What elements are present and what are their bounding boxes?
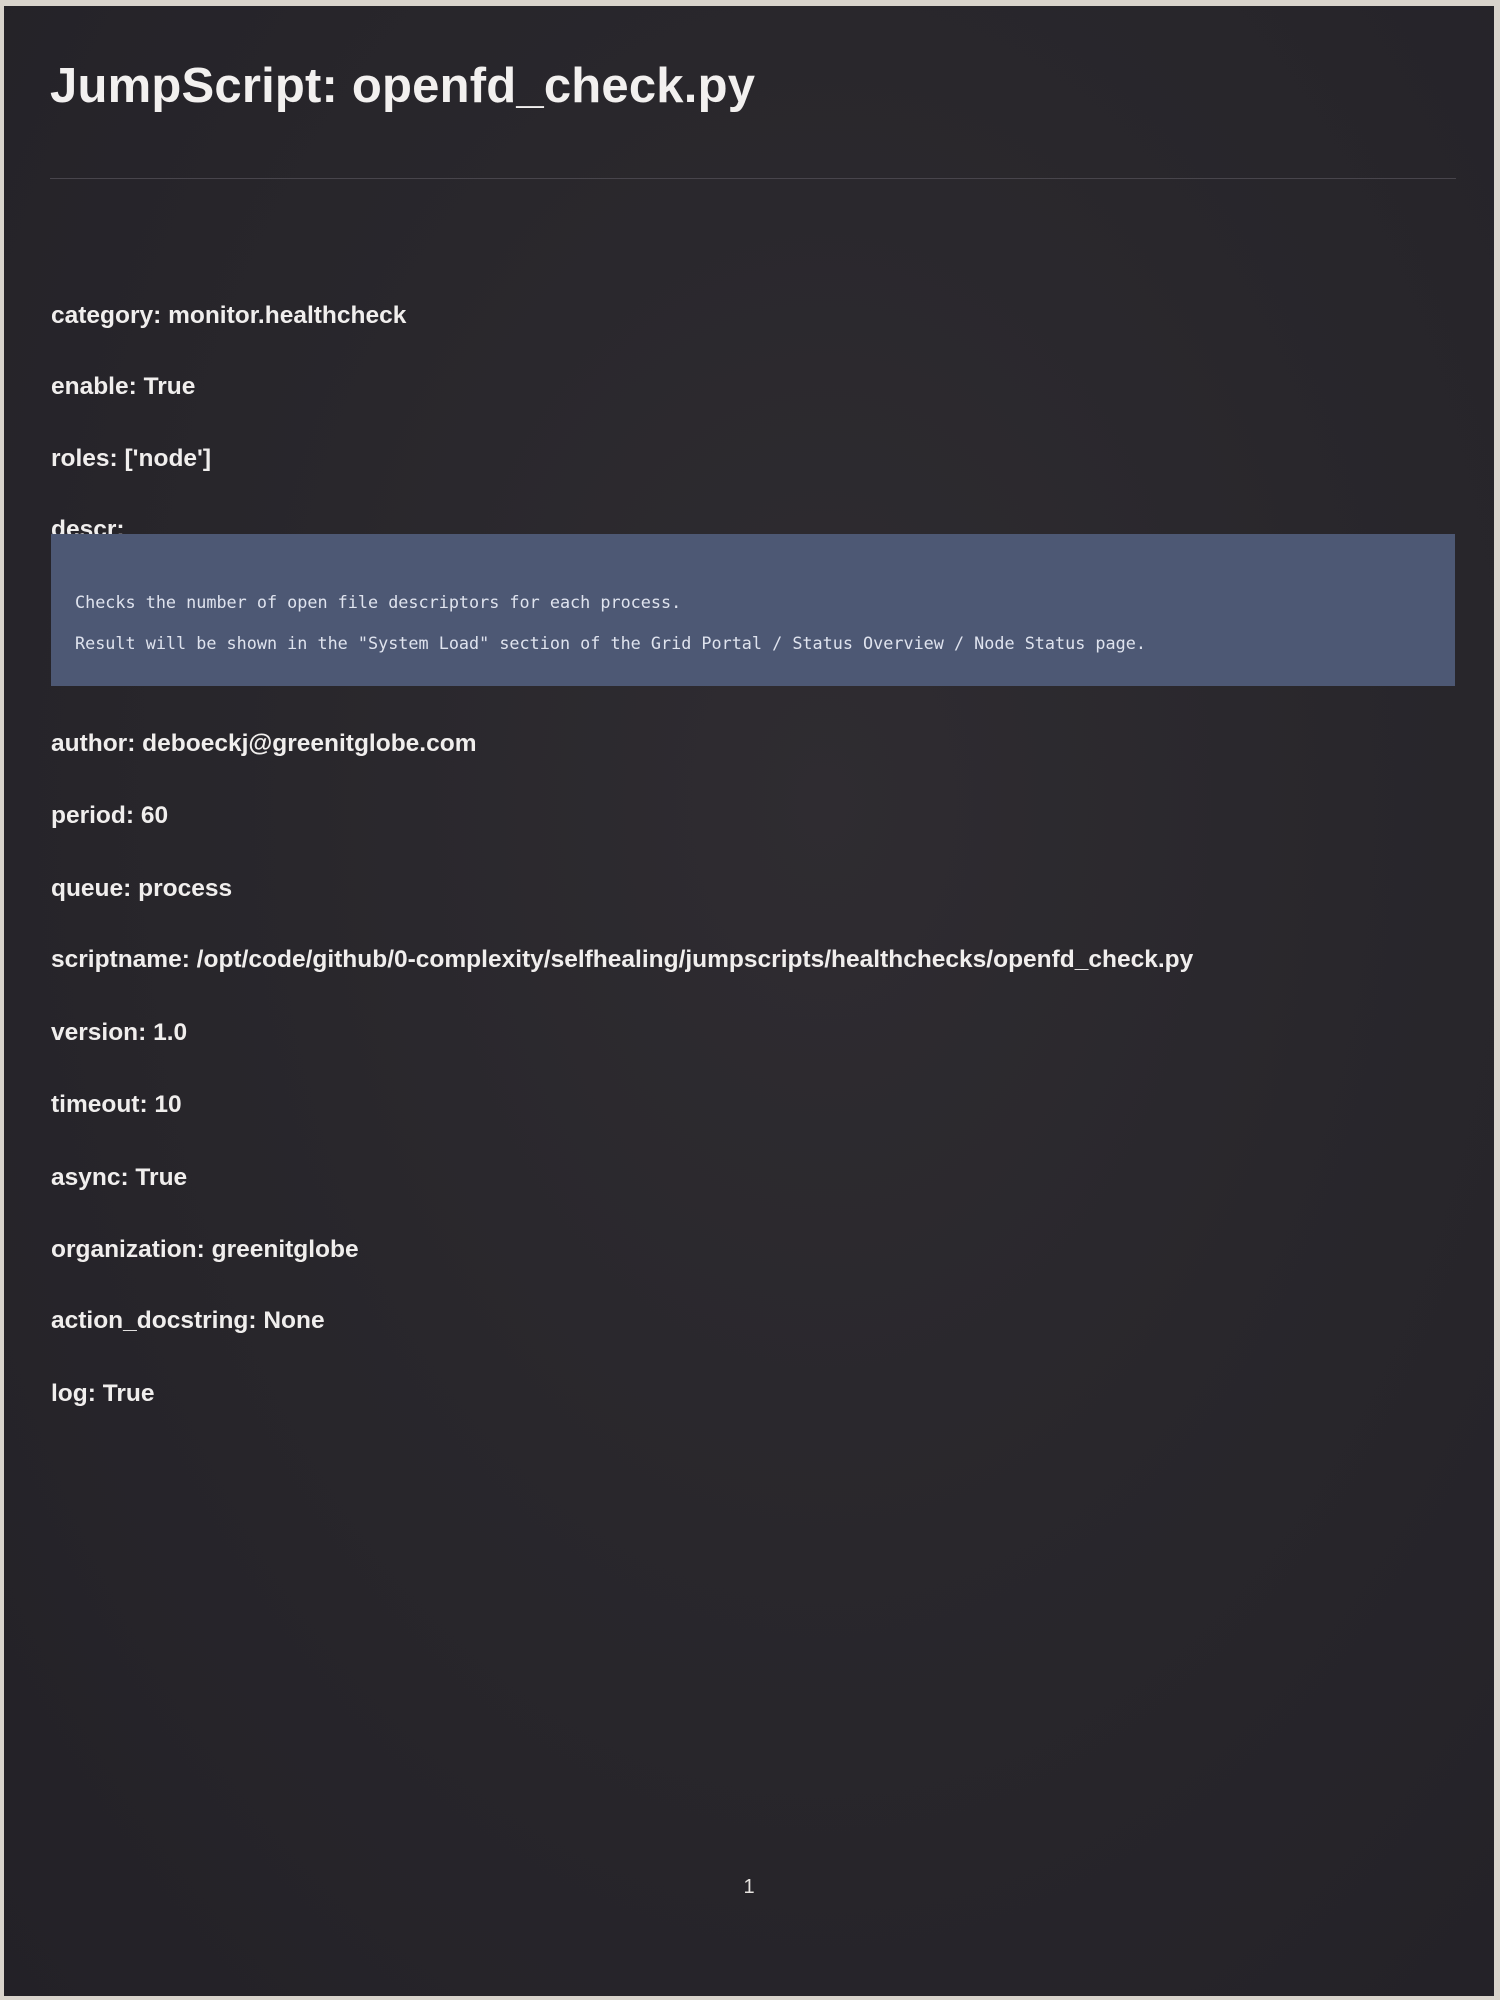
- field-category: category: monitor.healthcheck: [51, 302, 407, 329]
- field-period: period: 60: [51, 802, 169, 829]
- field-timeout: timeout: 10: [51, 1091, 182, 1118]
- field-roles: roles: ['node']: [51, 445, 212, 472]
- field-log: log: True: [51, 1380, 155, 1407]
- document-page: JumpScript: openfd_check.py category: mo…: [4, 6, 1494, 1996]
- field-queue: queue: process: [51, 875, 233, 902]
- field-async: async: True: [51, 1164, 188, 1191]
- field-author: author: deboeckj@greenitglobe.com: [51, 730, 477, 757]
- field-enable: enable: True: [51, 373, 196, 400]
- page-number: 1: [743, 1876, 755, 1898]
- field-version: version: 1.0: [51, 1019, 188, 1046]
- descr-line: Result will be shown in the "System Load…: [75, 633, 1146, 653]
- descr-code-block: Checks the number of open file descripto…: [51, 534, 1455, 686]
- field-action-docstring: action_docstring: None: [51, 1307, 325, 1334]
- page-title: JumpScript: openfd_check.py: [50, 59, 756, 113]
- field-organization: organization: greenitglobe: [51, 1236, 359, 1263]
- field-scriptname: scriptname: /opt/code/github/0-complexit…: [51, 946, 1194, 973]
- descr-line: Checks the number of open file descripto…: [75, 592, 682, 612]
- title-divider: [50, 178, 1456, 179]
